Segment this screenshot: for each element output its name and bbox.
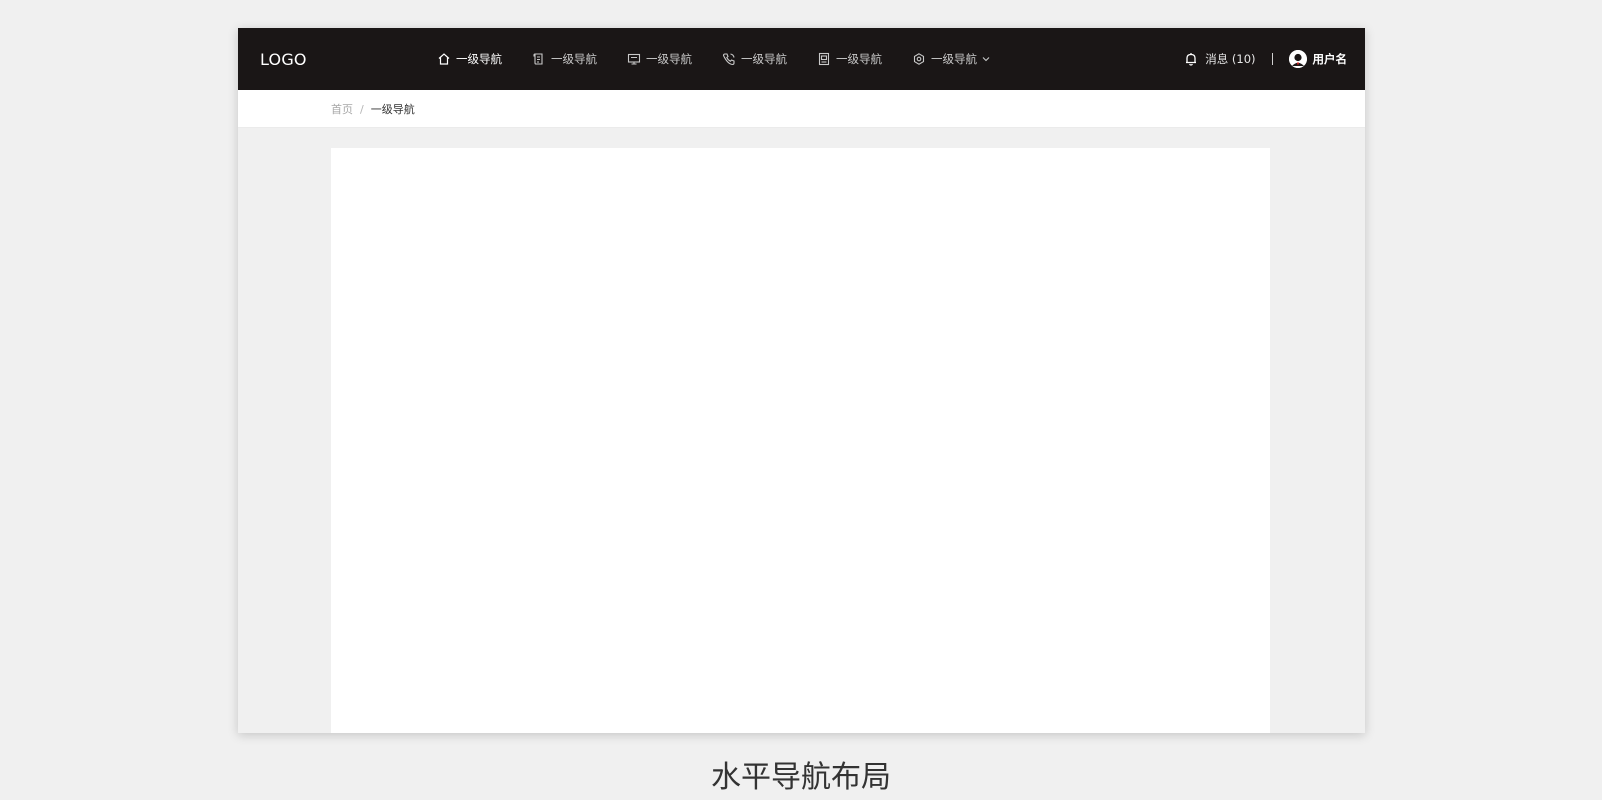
top-navbar: LOGO 一级导航 一级导航 一级导航 一级导航 一级导航 一级导航 消息 (1… (238, 28, 1365, 90)
nav-item-label: 一级导航 (551, 52, 597, 66)
breadcrumb-home[interactable]: 首页 (331, 101, 353, 117)
home-icon (437, 52, 451, 66)
breadcrumb-separator: / (360, 102, 364, 116)
header-right: 消息 (10) 用户名 (1183, 28, 1347, 90)
main-nav: 一级导航 一级导航 一级导航 一级导航 一级导航 一级导航 (437, 28, 1021, 90)
bell-icon (1183, 51, 1199, 67)
breadcrumb-bar: 首页 / 一级导航 (238, 90, 1365, 128)
breadcrumb: 首页 / 一级导航 (331, 90, 415, 128)
user-menu[interactable]: 用户名 (1288, 50, 1348, 68)
nav-item-label: 一级导航 (646, 52, 692, 66)
messages-link[interactable]: 消息 (10) (1183, 51, 1256, 67)
content-panel (331, 148, 1270, 733)
nav-item-label: 一级导航 (931, 52, 977, 66)
nav-item-label: 一级导航 (836, 52, 882, 66)
nav-item-3[interactable]: 一级导航 (627, 28, 692, 90)
breadcrumb-current: 一级导航 (370, 103, 415, 116)
layout-caption: 水平导航布局 (711, 760, 891, 795)
monitor-icon (627, 52, 641, 66)
chevron-down-icon (981, 54, 991, 64)
nav-item-6-dropdown[interactable]: 一级导航 (912, 28, 991, 90)
app-window: LOGO 一级导航 一级导航 一级导航 一级导航 一级导航 一级导航 消息 (1… (238, 28, 1365, 733)
nav-item-4[interactable]: 一级导航 (722, 28, 787, 90)
image-icon (817, 52, 831, 66)
nav-item-1[interactable]: 一级导航 (437, 28, 502, 90)
nav-item-2[interactable]: 一级导航 (532, 28, 597, 90)
document-icon (532, 52, 546, 66)
nav-item-label: 一级导航 (741, 52, 787, 66)
gear-icon (912, 52, 926, 66)
messages-label: 消息 (10) (1205, 52, 1256, 66)
user-name: 用户名 (1312, 52, 1348, 66)
logo[interactable]: LOGO (260, 28, 307, 90)
avatar (1288, 50, 1307, 68)
nav-item-label: 一级导航 (456, 52, 502, 66)
nav-item-5[interactable]: 一级导航 (817, 28, 882, 90)
stage: LOGO 一级导航 一级导航 一级导航 一级导航 一级导航 一级导航 消息 (1… (0, 0, 1602, 800)
phone-icon (722, 52, 736, 66)
header-divider (1271, 53, 1273, 65)
